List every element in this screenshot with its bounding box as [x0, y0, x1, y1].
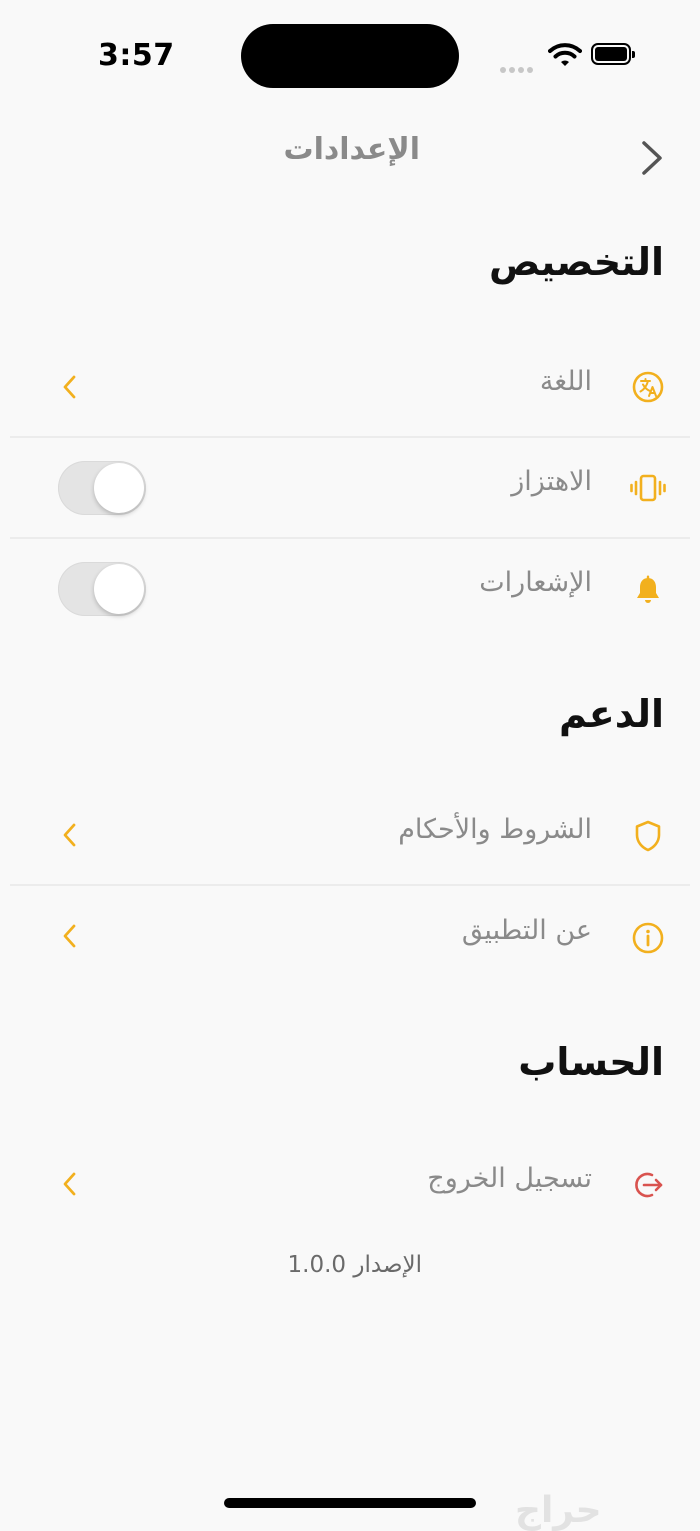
settings-row-notifications-label: الإشعارات [479, 567, 592, 598]
notifications-toggle[interactable] [58, 562, 146, 616]
divider [10, 436, 690, 438]
page-title: الإعدادات [283, 132, 420, 167]
back-button[interactable] [636, 138, 668, 178]
status-time: 3:57 [98, 38, 175, 73]
settings-row-vibration-label: الاهتزاز [511, 466, 592, 497]
app-version: الإصدار 1.0.0 [287, 1252, 422, 1278]
settings-row-terms-label: الشروط والأحكام [398, 814, 592, 845]
home-indicator[interactable] [224, 1498, 476, 1508]
divider [10, 537, 690, 539]
toggle-knob [94, 463, 144, 513]
bell-icon [637, 575, 659, 603]
section-title-personalization: التخصيص [489, 240, 664, 284]
wifi-icon [548, 43, 582, 66]
logout-icon [635, 1172, 663, 1198]
shield-icon [635, 820, 661, 852]
vibration-toggle[interactable] [58, 461, 146, 515]
toggle-knob [94, 564, 144, 614]
section-title-support: الدعم [558, 692, 664, 736]
settings-row-about-label: عن التطبيق [461, 915, 592, 946]
chevron-left-icon [63, 924, 76, 948]
section-title-account: الحساب [518, 1040, 664, 1084]
chevron-left-icon [63, 1172, 76, 1196]
translate-icon [632, 371, 664, 403]
divider [10, 884, 690, 886]
chevron-left-icon [63, 375, 76, 399]
cellular-signal-icon [500, 58, 538, 73]
settings-row-logout-label: تسجيل الخروج [427, 1163, 592, 1194]
chevron-left-icon [63, 823, 76, 847]
vibration-icon [630, 474, 666, 502]
settings-row-language-label: اللغة [539, 366, 592, 397]
info-icon [632, 922, 664, 954]
dynamic-island [241, 24, 459, 88]
battery-icon [591, 43, 635, 65]
watermark: حراج [515, 1490, 602, 1531]
